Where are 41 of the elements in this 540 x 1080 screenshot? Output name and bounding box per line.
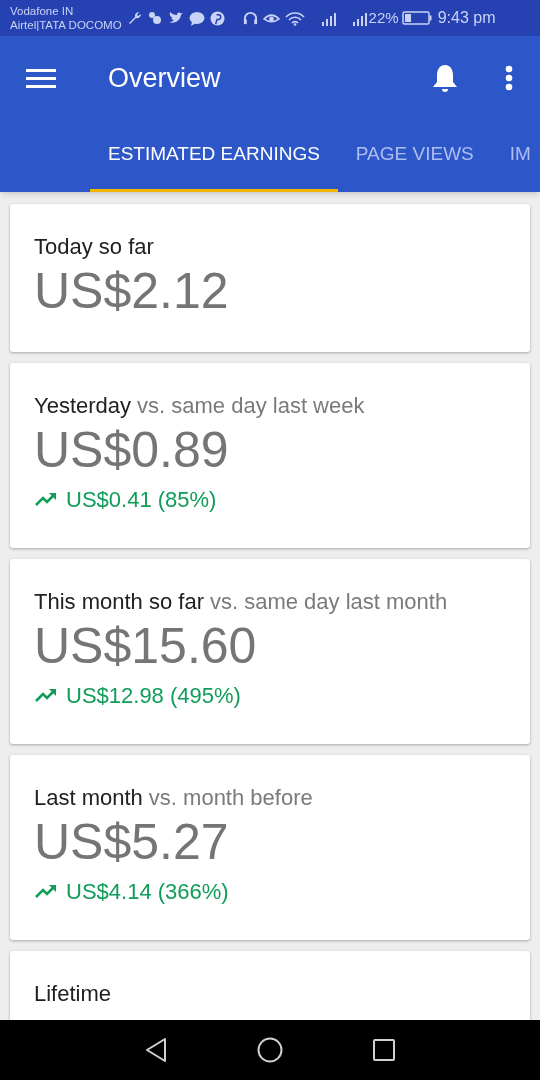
- pin-logo-icon: [209, 10, 225, 26]
- signal-icon: [352, 10, 367, 26]
- notifications-button[interactable]: [430, 62, 460, 94]
- eye-icon: [262, 11, 280, 25]
- carrier-name: Vodafone IN: [10, 4, 75, 18]
- tab[interactable]: ESTIMATED EARNINGS: [90, 120, 338, 192]
- clock: 9:43 pm: [437, 8, 496, 28]
- comparison-label: vs. same day last week: [137, 393, 365, 419]
- card-title: Today so far: [34, 234, 154, 260]
- bell-icon: [432, 63, 458, 93]
- change-amount: US$4.14 (366%): [66, 878, 229, 906]
- card-title: This month so far: [34, 589, 204, 615]
- menu-icon: [26, 68, 56, 88]
- change-amount: US$12.98 (495%): [66, 682, 241, 710]
- recents-icon[interactable]: [373, 1039, 395, 1061]
- menu-button[interactable]: [26, 66, 56, 90]
- earnings-amount: US$5.27: [34, 813, 230, 871]
- comparison-label: vs. same day last month: [209, 589, 448, 615]
- tab[interactable]: PAGE VIEWS: [337, 120, 492, 192]
- card-title: Lifetime: [34, 981, 112, 1007]
- more-options-button[interactable]: [504, 63, 514, 93]
- carrier-name: Airtel|TATA DOCOMO: [10, 18, 122, 32]
- back-icon[interactable]: [145, 1037, 167, 1063]
- card-title: Yesterday: [34, 393, 132, 419]
- earnings-amount: US$2.12: [34, 262, 230, 320]
- home-icon[interactable]: [257, 1037, 283, 1063]
- comparison-label: vs. month before: [148, 785, 313, 811]
- change-amount: US$0.41 (85%): [66, 486, 217, 514]
- earnings-amount: US$15.60: [34, 617, 258, 675]
- more-icon: [505, 65, 513, 91]
- battery-icon: [401, 11, 432, 25]
- battery-percentage: 22%: [368, 7, 399, 28]
- card-title: Last month: [34, 785, 143, 811]
- wifi-icon: [284, 10, 305, 26]
- headset-icon: [242, 10, 258, 26]
- tab[interactable]: IM: [491, 120, 540, 192]
- earnings-amount: US$0.89: [34, 421, 230, 479]
- signal-icon: [321, 10, 336, 26]
- chat-bubble-icon: [188, 10, 205, 26]
- bird-icon: [167, 11, 184, 25]
- screen-title: Overview: [108, 61, 221, 95]
